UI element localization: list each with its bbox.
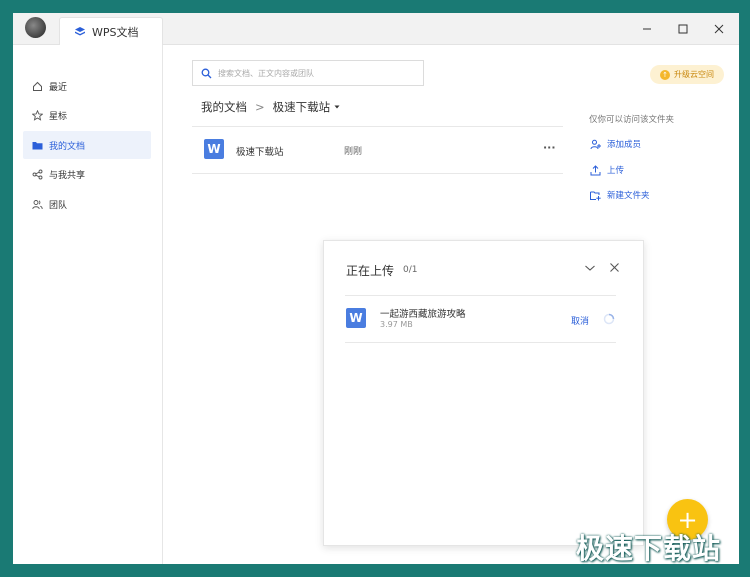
- tab-wps-docs[interactable]: WPS文档: [59, 17, 163, 45]
- close-window-icon[interactable]: [703, 13, 735, 44]
- sidebar-item-label: 与我共享: [49, 170, 86, 181]
- collapse-chevron-icon[interactable]: [584, 263, 596, 273]
- upload-icon: [589, 164, 601, 176]
- divider: [192, 173, 563, 174]
- divider: [192, 126, 563, 127]
- home-icon: [31, 80, 43, 92]
- sidebar-item-label: 最近: [49, 82, 68, 93]
- upgrade-label: 升级云空间: [674, 70, 714, 79]
- search-placeholder: 搜索文档、正文内容或团队: [218, 68, 314, 78]
- star-icon: [31, 109, 43, 121]
- upload-label: 上传: [607, 166, 625, 176]
- upload-button[interactable]: 上传: [589, 164, 624, 176]
- upload-count: 0/1: [403, 265, 418, 275]
- new-folder-label: 新建文件夹: [607, 191, 650, 201]
- add-member-label: 添加成员: [607, 140, 642, 150]
- watermark: 极速下载站: [576, 532, 722, 565]
- sidebar: 最近 星标 我的文档 与我共享 团队: [13, 45, 163, 564]
- close-panel-icon[interactable]: [609, 262, 620, 273]
- sidebar-item-label: 星标: [49, 111, 68, 122]
- tab-title: WPS文档: [92, 25, 139, 39]
- add-member-button[interactable]: 添加成员: [589, 138, 641, 150]
- breadcrumb: 我的文档 > 极速下载站: [201, 99, 341, 115]
- sidebar-item-label: 我的文档: [49, 141, 86, 152]
- upload-item: W 一起游西藏旅游攻略 3.97 MB 取消: [345, 296, 616, 342]
- app-window: WPS文档 最近 星标 我的文档 与我共享 团队 搜索文档、正文内容或团队 ↑ …: [13, 13, 739, 564]
- upload-spinner-icon: [603, 313, 615, 325]
- upgrade-storage-button[interactable]: ↑ 升级云空间: [650, 65, 724, 84]
- upload-file-name: 一起游西藏旅游攻略: [380, 309, 466, 320]
- minimize-icon[interactable]: [631, 13, 663, 44]
- team-icon: [31, 198, 43, 210]
- divider: [345, 342, 616, 343]
- title-bar: WPS文档: [13, 13, 739, 45]
- more-options-icon[interactable]: ···: [543, 141, 556, 154]
- file-modified-time: 刚刚: [344, 147, 363, 157]
- new-folder-button[interactable]: 新建文件夹: [589, 189, 650, 201]
- sidebar-item-label: 团队: [49, 200, 68, 211]
- caret-down-icon[interactable]: [333, 103, 341, 111]
- new-folder-icon: [589, 189, 601, 201]
- upload-panel-title: 正在上传: [346, 264, 395, 278]
- add-member-icon: [589, 138, 601, 150]
- sidebar-item-shared[interactable]: 与我共享: [23, 160, 151, 188]
- upload-file-size: 3.97 MB: [380, 320, 413, 329]
- sidebar-item-team[interactable]: 团队: [23, 190, 151, 218]
- sidebar-item-starred[interactable]: 星标: [23, 101, 151, 129]
- breadcrumb-root[interactable]: 我的文档: [201, 99, 247, 115]
- folder-icon: [31, 139, 43, 151]
- sidebar-item-my-docs[interactable]: 我的文档: [23, 131, 151, 159]
- sidebar-item-recent[interactable]: 最近: [23, 72, 151, 100]
- access-note: 仅你可以访问该文件夹: [589, 115, 675, 125]
- search-input[interactable]: 搜索文档、正文内容或团队: [192, 60, 424, 86]
- wps-writer-file-icon: W: [346, 308, 366, 328]
- file-row[interactable]: W 极速下载站 刚刚 ···: [192, 129, 563, 173]
- file-name: 极速下载站: [236, 147, 284, 158]
- cancel-upload-button[interactable]: 取消: [571, 314, 589, 327]
- upgrade-coin-icon: ↑: [660, 69, 670, 80]
- breadcrumb-separator: >: [255, 100, 265, 114]
- wps-cloud-logo-icon: [75, 26, 85, 35]
- wps-writer-file-icon: W: [204, 139, 224, 159]
- share-icon: [31, 168, 43, 180]
- avatar[interactable]: [25, 17, 46, 38]
- search-icon: [201, 68, 212, 78]
- upload-progress-panel: 正在上传 0/1 W 一起游西藏旅游攻略 3.97 MB 取消: [323, 240, 644, 546]
- breadcrumb-current[interactable]: 极速下载站: [273, 99, 331, 115]
- maximize-icon[interactable]: [667, 13, 699, 44]
